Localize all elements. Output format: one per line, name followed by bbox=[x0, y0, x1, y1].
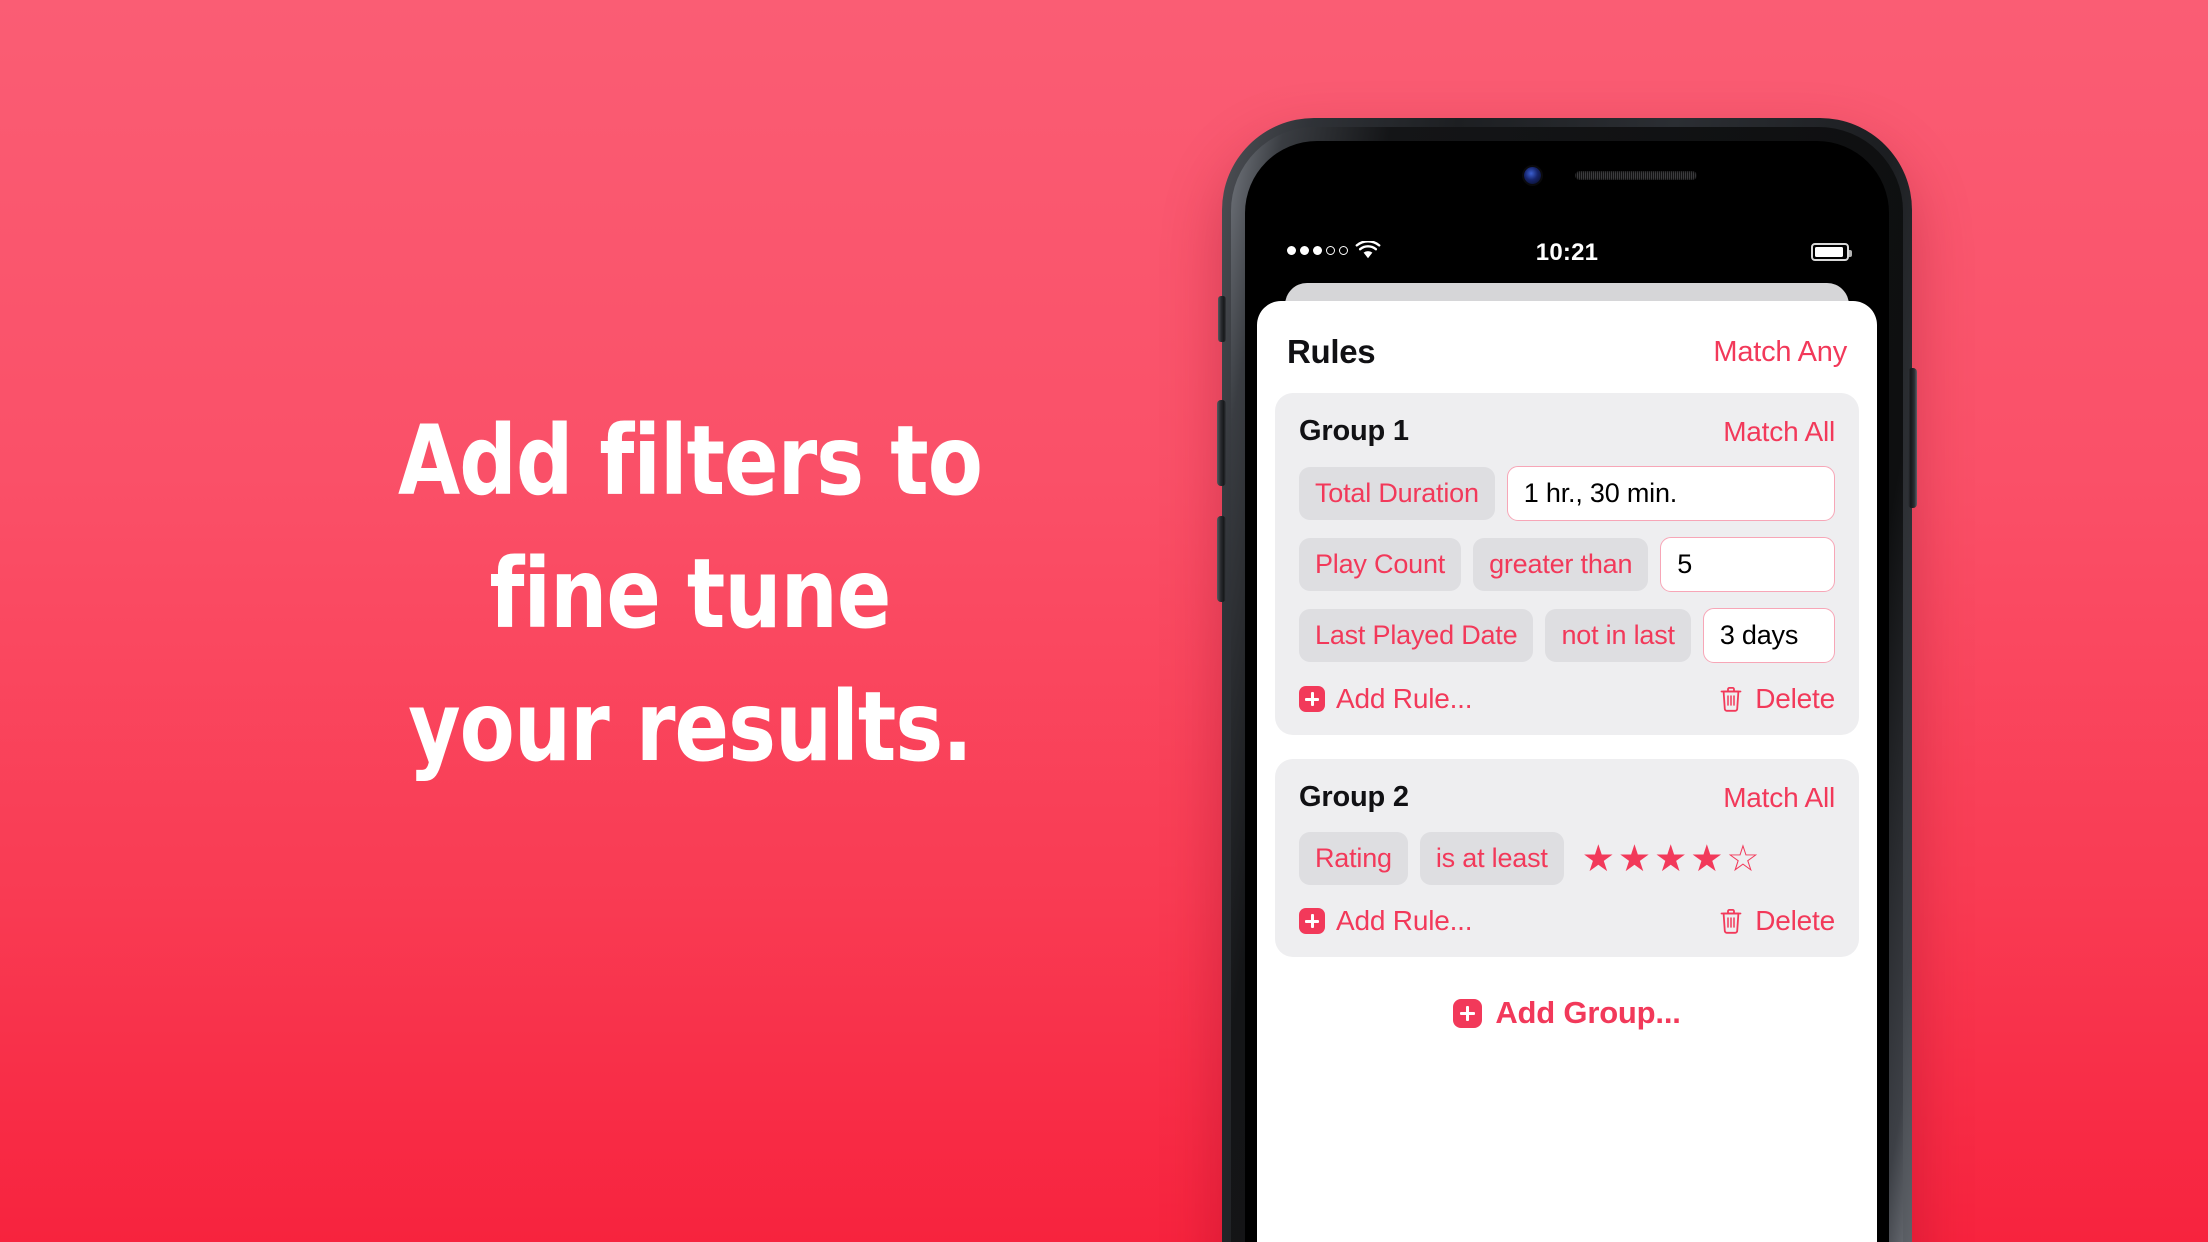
status-bar-clock: 10:21 bbox=[1535, 239, 1599, 266]
rule-row: Last Played Date not in last 3 days bbox=[1299, 608, 1835, 663]
rule-group-footer: Add Rule... Delete bbox=[1299, 905, 1835, 937]
rule-operator-select[interactable]: greater than bbox=[1473, 538, 1649, 591]
rule-field-select[interactable]: Last Played Date bbox=[1299, 609, 1534, 662]
star-filled[interactable]: ★ bbox=[1690, 840, 1723, 877]
volume-down-button[interactable] bbox=[1217, 516, 1226, 602]
page-title: Add filters to fine tune your results. bbox=[179, 395, 1202, 794]
rule-group-match-button[interactable]: Match All bbox=[1723, 416, 1835, 448]
rule-group-title: Group 1 bbox=[1299, 415, 1409, 447]
phone-device: 10:21 Rules Match Any Group 1 Match All … bbox=[1217, 118, 1917, 1242]
add-rule-label: Add Rule... bbox=[1336, 683, 1473, 714]
rule-operator-select[interactable]: is at least bbox=[1419, 832, 1564, 885]
phone-bezel: 10:21 Rules Match Any Group 1 Match All … bbox=[1231, 127, 1903, 1242]
rule-group-header: Group 2 Match All bbox=[1299, 781, 1835, 814]
rule-group: Group 2 Match All Rating is at least ★ ★… bbox=[1275, 759, 1859, 957]
headline-line-3: your results. bbox=[408, 671, 973, 783]
rule-row: Rating is at least ★ ★ ★ ★ ☆ bbox=[1299, 832, 1835, 885]
match-any-button[interactable]: Match Any bbox=[1713, 336, 1847, 369]
star-filled[interactable]: ★ bbox=[1654, 840, 1687, 877]
rule-field-select[interactable]: Play Count bbox=[1299, 538, 1462, 591]
add-group-button[interactable]: Add Group... bbox=[1257, 995, 1877, 1031]
delete-group-button[interactable]: Delete bbox=[1718, 683, 1835, 715]
status-bar: 10:21 bbox=[1245, 231, 1889, 273]
rule-value-input[interactable]: 1 hr., 30 min. bbox=[1506, 466, 1835, 521]
add-rule-label: Add Rule... bbox=[1336, 905, 1473, 936]
rule-group: Group 1 Match All Total Duration 1 hr., … bbox=[1275, 393, 1859, 735]
rule-operator-select[interactable]: not in last bbox=[1545, 609, 1691, 662]
power-button[interactable] bbox=[1908, 368, 1917, 508]
plus-icon bbox=[1299, 686, 1325, 712]
rule-group-match-button[interactable]: Match All bbox=[1723, 782, 1835, 814]
delete-group-button[interactable]: Delete bbox=[1718, 905, 1835, 937]
delete-label: Delete bbox=[1755, 683, 1835, 714]
rule-field-select[interactable]: Rating bbox=[1299, 832, 1408, 885]
delete-label: Delete bbox=[1755, 905, 1835, 936]
promo-screenshot: Add filters to fine tune your results. 1… bbox=[0, 0, 2208, 1242]
status-bar-right bbox=[1811, 243, 1852, 261]
rule-row: Total Duration 1 hr., 30 min. bbox=[1299, 466, 1835, 521]
mute-switch[interactable] bbox=[1218, 296, 1226, 342]
trash-icon bbox=[1720, 687, 1742, 712]
battery-icon bbox=[1811, 243, 1852, 261]
add-group-label: Add Group... bbox=[1495, 995, 1681, 1030]
rule-group-title: Group 2 bbox=[1299, 781, 1409, 813]
star-filled[interactable]: ★ bbox=[1582, 840, 1615, 877]
rating-stars[interactable]: ★ ★ ★ ★ ☆ bbox=[1582, 840, 1760, 877]
rule-value-input[interactable]: 5 bbox=[1660, 537, 1835, 592]
front-camera-icon bbox=[1524, 167, 1541, 184]
rule-row: Play Count greater than 5 bbox=[1299, 537, 1835, 592]
rule-group-header: Group 1 Match All bbox=[1299, 415, 1835, 448]
phone-screen: 10:21 Rules Match Any Group 1 Match All … bbox=[1245, 141, 1889, 1242]
star-filled[interactable]: ★ bbox=[1618, 840, 1651, 877]
volume-up-button[interactable] bbox=[1217, 400, 1226, 486]
rule-value-input[interactable]: 3 days bbox=[1702, 608, 1835, 663]
headline-line-1: Add filters to bbox=[398, 405, 983, 517]
add-rule-button[interactable]: Add Rule... bbox=[1299, 905, 1473, 937]
trash-icon bbox=[1720, 909, 1742, 934]
earpiece-speaker-icon bbox=[1575, 171, 1697, 180]
rule-field-select[interactable]: Total Duration bbox=[1299, 467, 1495, 520]
rules-sheet: Rules Match Any Group 1 Match All Total … bbox=[1257, 301, 1877, 1242]
plus-icon bbox=[1299, 908, 1325, 934]
star-empty[interactable]: ☆ bbox=[1726, 840, 1759, 877]
rule-group-footer: Add Rule... Delete bbox=[1299, 683, 1835, 715]
sheet-header: Rules Match Any bbox=[1257, 301, 1877, 393]
add-rule-button[interactable]: Add Rule... bbox=[1299, 683, 1473, 715]
plus-icon bbox=[1453, 998, 1483, 1028]
headline-line-2: fine tune bbox=[489, 538, 892, 650]
sheet-title: Rules bbox=[1287, 333, 1376, 370]
